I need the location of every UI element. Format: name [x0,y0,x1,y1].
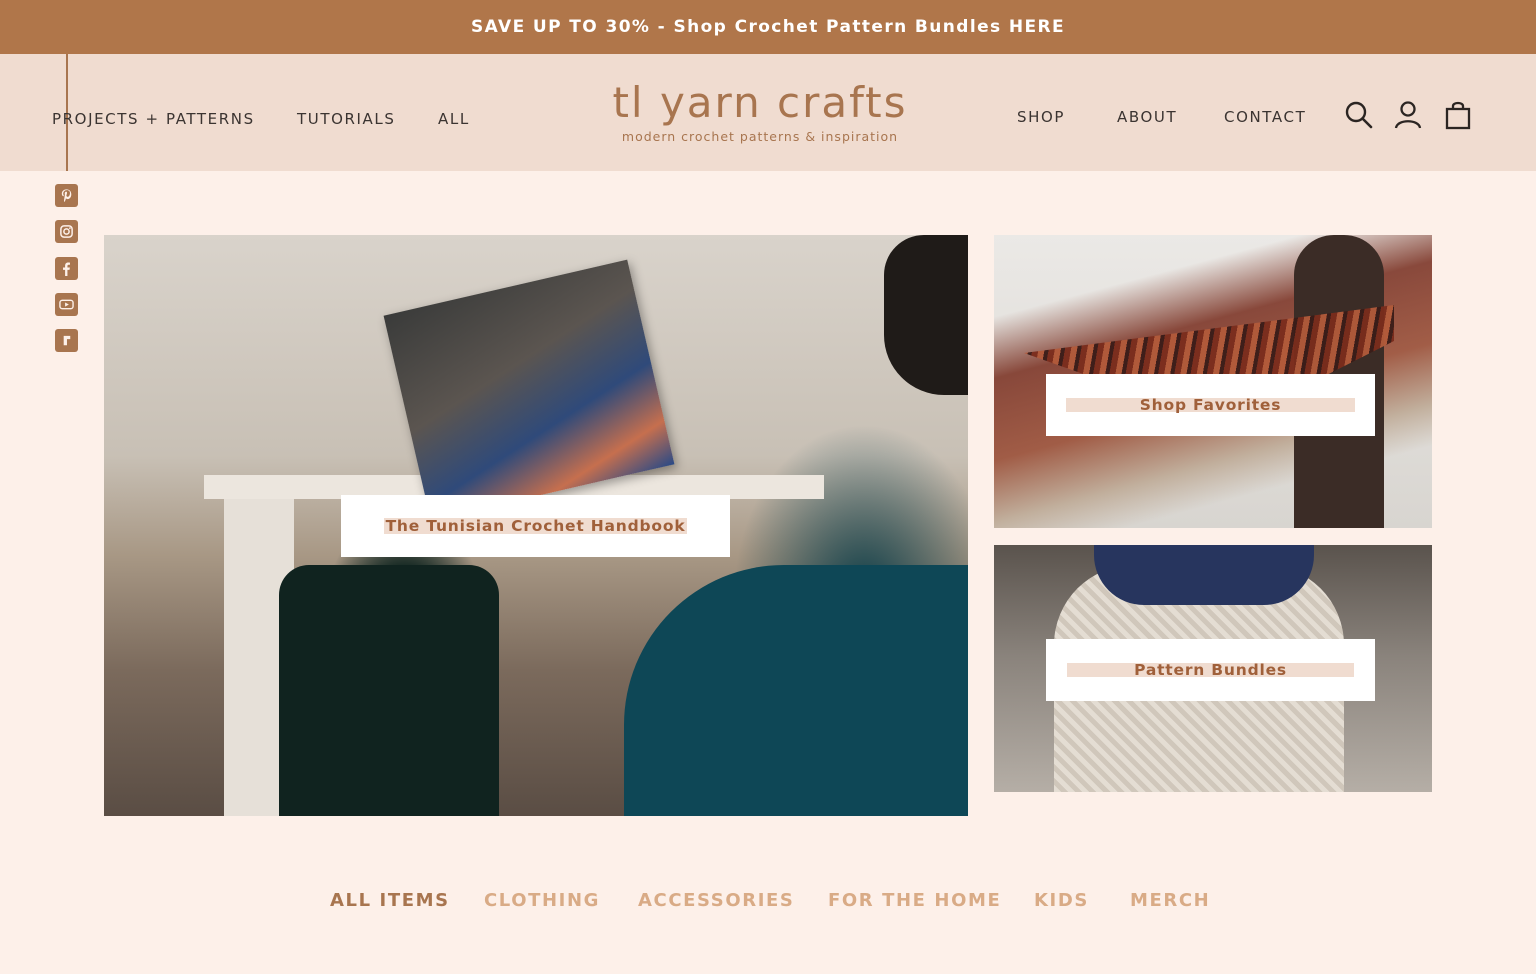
pattern-bundles-label: Pattern Bundles [1067,662,1354,678]
hero-cta-button[interactable]: The Tunisian Crochet Handbook [341,495,730,557]
logo-title: tl yarn crafts [612,78,908,127]
nav-tutorials[interactable]: TUTORIALS [297,110,396,128]
nav-projects-patterns[interactable]: PROJECTS + PATTERNS [52,110,255,128]
arm-shape [624,565,968,816]
tab-all-items[interactable]: ALL ITEMS [330,890,450,911]
facebook-icon[interactable] [55,257,78,280]
pattern-bundles-button[interactable]: Pattern Bundles [1046,639,1375,701]
blue-scarf-shape [1094,545,1314,605]
pinterest-icon[interactable] [55,184,78,207]
tab-clothing[interactable]: CLOTHING [484,890,600,911]
person-shape [884,235,968,395]
shop-favorites-button[interactable]: Shop Favorites [1046,374,1375,436]
shop-favorites-label: Shop Favorites [1065,397,1356,413]
nav-shop[interactable]: SHOP [1017,108,1065,126]
tab-merch[interactable]: MERCH [1130,890,1210,911]
stocking-shape [279,565,499,816]
tab-for-the-home[interactable]: FOR THE HOME [828,890,1001,911]
search-icon[interactable] [1344,100,1374,130]
ravelry-icon[interactable] [55,329,78,352]
tab-accessories[interactable]: ACCESSORIES [638,890,795,911]
nav-contact[interactable]: CONTACT [1224,108,1306,126]
nav-all[interactable]: ALL [438,110,470,128]
nav-about[interactable]: ABOUT [1117,108,1177,126]
account-icon[interactable] [1393,100,1423,130]
promo-banner[interactable]: SAVE UP TO 30% - Shop Crochet Pattern Bu… [0,0,1536,54]
youtube-icon[interactable] [55,293,78,316]
site-logo[interactable]: tl yarn crafts modern crochet patterns &… [600,76,920,144]
hero-cta-label: The Tunisian Crochet Handbook [383,517,688,535]
instagram-icon[interactable] [55,220,78,243]
logo-tagline: modern crochet patterns & inspiration [621,129,899,144]
tab-kids[interactable]: KIDS [1034,890,1089,911]
cart-icon[interactable] [1443,100,1473,130]
